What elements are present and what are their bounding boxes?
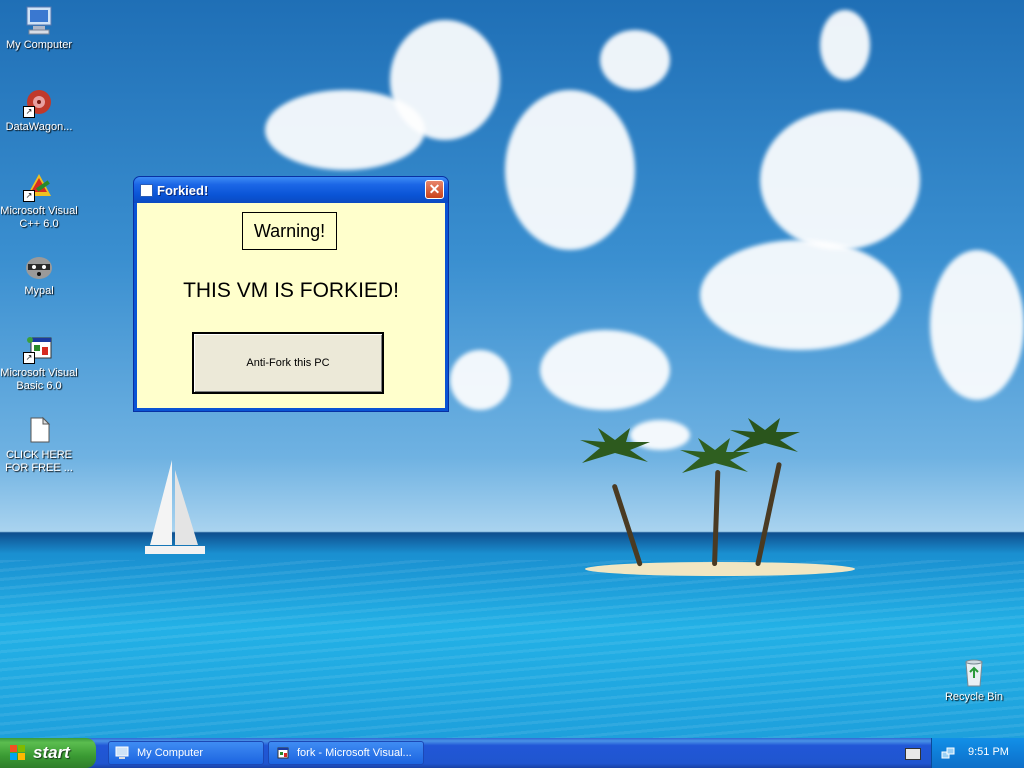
island [585,562,855,576]
desktop-icon-datawagon[interactable]: ↗ DataWagon... [0,86,78,134]
desktop-icon-label: Mypal [24,285,54,297]
palm-trunk [611,483,643,567]
window-client-area: Warning! THIS VM IS FORKIED! Anti-Fork t… [137,203,445,408]
desktop-icon-label: Recycle Bin [944,691,1004,703]
shortcut-arrow-icon: ↗ [23,190,35,202]
palm-crown [580,428,650,463]
desktop-icon-visual-cpp[interactable]: ↗ Microsoft Visual C++ 6.0 [0,170,78,231]
forkied-message: THIS VM IS FORKIED! [183,279,399,302]
cloud [600,30,670,90]
cloud [700,240,900,350]
visual-cpp-icon: ↗ [23,170,55,202]
cloud [820,10,870,80]
visual-basic-icon: ↗ [23,332,55,364]
keyboard-layout-icon[interactable] [905,748,921,760]
datawagon-icon: ↗ [23,86,55,118]
shortcut-arrow-icon: ↗ [23,352,35,364]
cloud [760,110,920,250]
app-window-icon [140,184,153,197]
palm-crown [730,418,800,453]
desktop-icon-label: CLICK HERE FOR FREE ... [5,449,73,474]
warning-label: Warning! [242,212,337,250]
cloud [450,350,510,410]
computer-icon [115,746,129,759]
palm-trunk [755,461,782,567]
close-icon: ✕ [428,181,441,197]
clock[interactable]: 9:51 PM [968,746,1009,758]
recycle-bin-icon [958,656,990,688]
system-tray: 9:51 PM [931,738,1024,768]
anti-fork-button[interactable]: Anti-Fork this PC [192,332,384,394]
visual-basic-icon [277,747,289,759]
raccoon-browser-icon [23,250,55,282]
sea-reflection [0,560,1024,738]
close-button[interactable]: ✕ [425,180,444,199]
network-tray-icon[interactable] [941,746,955,760]
computer-icon [23,4,55,36]
shortcut-arrow-icon: ↗ [23,106,35,118]
desktop-icon-click-here[interactable]: CLICK HERE FOR FREE ... [0,414,78,475]
cloud [930,250,1024,400]
desktop-icon-recycle-bin[interactable]: Recycle Bin [935,656,1013,704]
start-button[interactable]: start [0,738,96,768]
desktop-icon-label: DataWagon... [5,121,73,133]
cloud [540,330,670,410]
desktop-icon-my-computer[interactable]: My Computer [0,4,78,52]
task-button-label: My Computer [137,747,204,759]
window-title: Forkied! [157,183,209,198]
task-button-label: fork - Microsoft Visual... [297,747,412,759]
palm-trunk [712,469,721,567]
desktop-icon-mypal[interactable]: Mypal [0,250,78,298]
desktop-icon-label: My Computer [5,39,73,51]
windows-flag-icon [10,745,25,760]
blank-document-icon [23,414,55,446]
desktop-icon-visual-basic[interactable]: ↗ Microsoft Visual Basic 6.0 [0,332,78,393]
desktop: My Computer ↗ DataWagon... ↗ Microsoft V… [0,0,1024,738]
sailboat [145,460,205,554]
forkied-window: Forkied! ✕ Warning! THIS VM IS FORKIED! … [133,176,449,412]
task-button-fork-visual[interactable]: fork - Microsoft Visual... [268,741,424,765]
task-button-my-computer[interactable]: My Computer [108,741,264,765]
taskbar: start My Computer fork - Microsoft Visua… [0,738,1024,768]
cloud [505,90,635,250]
window-titlebar[interactable]: Forkied! ✕ [134,177,448,203]
desktop-icon-label: Microsoft Visual Basic 6.0 [0,367,78,392]
start-label: start [33,743,70,762]
cloud [390,20,500,140]
desktop-icon-label: Microsoft Visual C++ 6.0 [0,205,78,230]
